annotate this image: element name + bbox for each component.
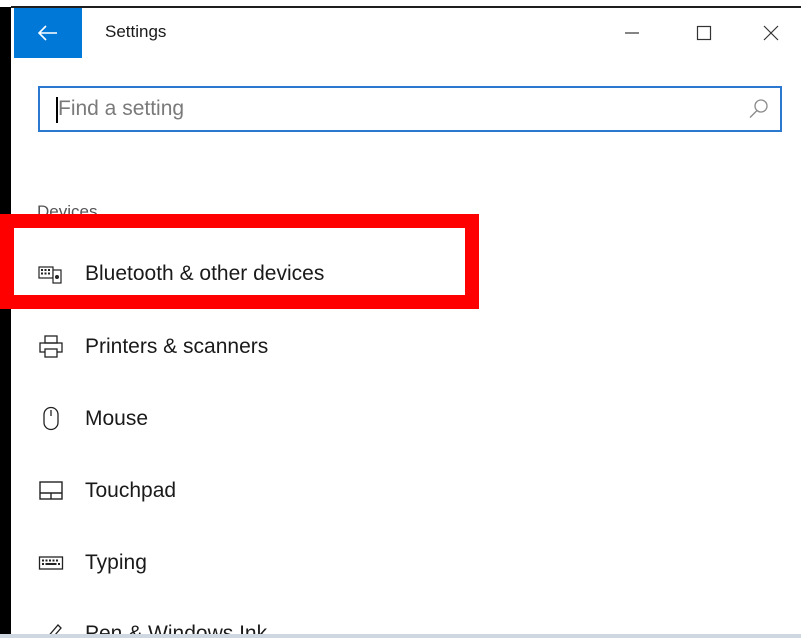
- search-icon[interactable]: [748, 98, 770, 120]
- back-button[interactable]: [14, 8, 82, 58]
- nav-item-typing[interactable]: Typing: [11, 535, 801, 591]
- nav-label: Printers & scanners: [85, 335, 269, 358]
- back-arrow-icon: [38, 25, 57, 41]
- close-button[interactable]: [738, 8, 801, 58]
- bottom-edge: [0, 634, 801, 638]
- title-bar: Settings: [11, 8, 801, 58]
- nav-item-touchpad[interactable]: Touchpad: [11, 463, 801, 519]
- red-highlight-box: [0, 214, 479, 309]
- nav-label: Mouse: [85, 407, 149, 430]
- maximize-icon: [696, 25, 712, 41]
- minimize-button[interactable]: [599, 8, 665, 58]
- window-title: Settings: [105, 22, 167, 41]
- mouse-icon: [37, 405, 65, 433]
- close-icon: [763, 25, 779, 41]
- minimize-icon: [625, 32, 639, 34]
- settings-window: Settings Devices: [11, 8, 801, 638]
- nav-label: Touchpad: [85, 479, 177, 502]
- nav-item-printers[interactable]: Printers & scanners: [11, 319, 801, 375]
- maximize-button[interactable]: [671, 8, 737, 58]
- search-box[interactable]: [38, 86, 782, 132]
- touchpad-icon: [37, 477, 65, 505]
- keyboard-icon: [37, 549, 65, 577]
- search-input[interactable]: [58, 88, 738, 130]
- window-left-border: [0, 7, 11, 638]
- printer-icon: [37, 333, 65, 361]
- nav-item-mouse[interactable]: Mouse: [11, 391, 801, 447]
- nav-label: Typing: [85, 551, 147, 574]
